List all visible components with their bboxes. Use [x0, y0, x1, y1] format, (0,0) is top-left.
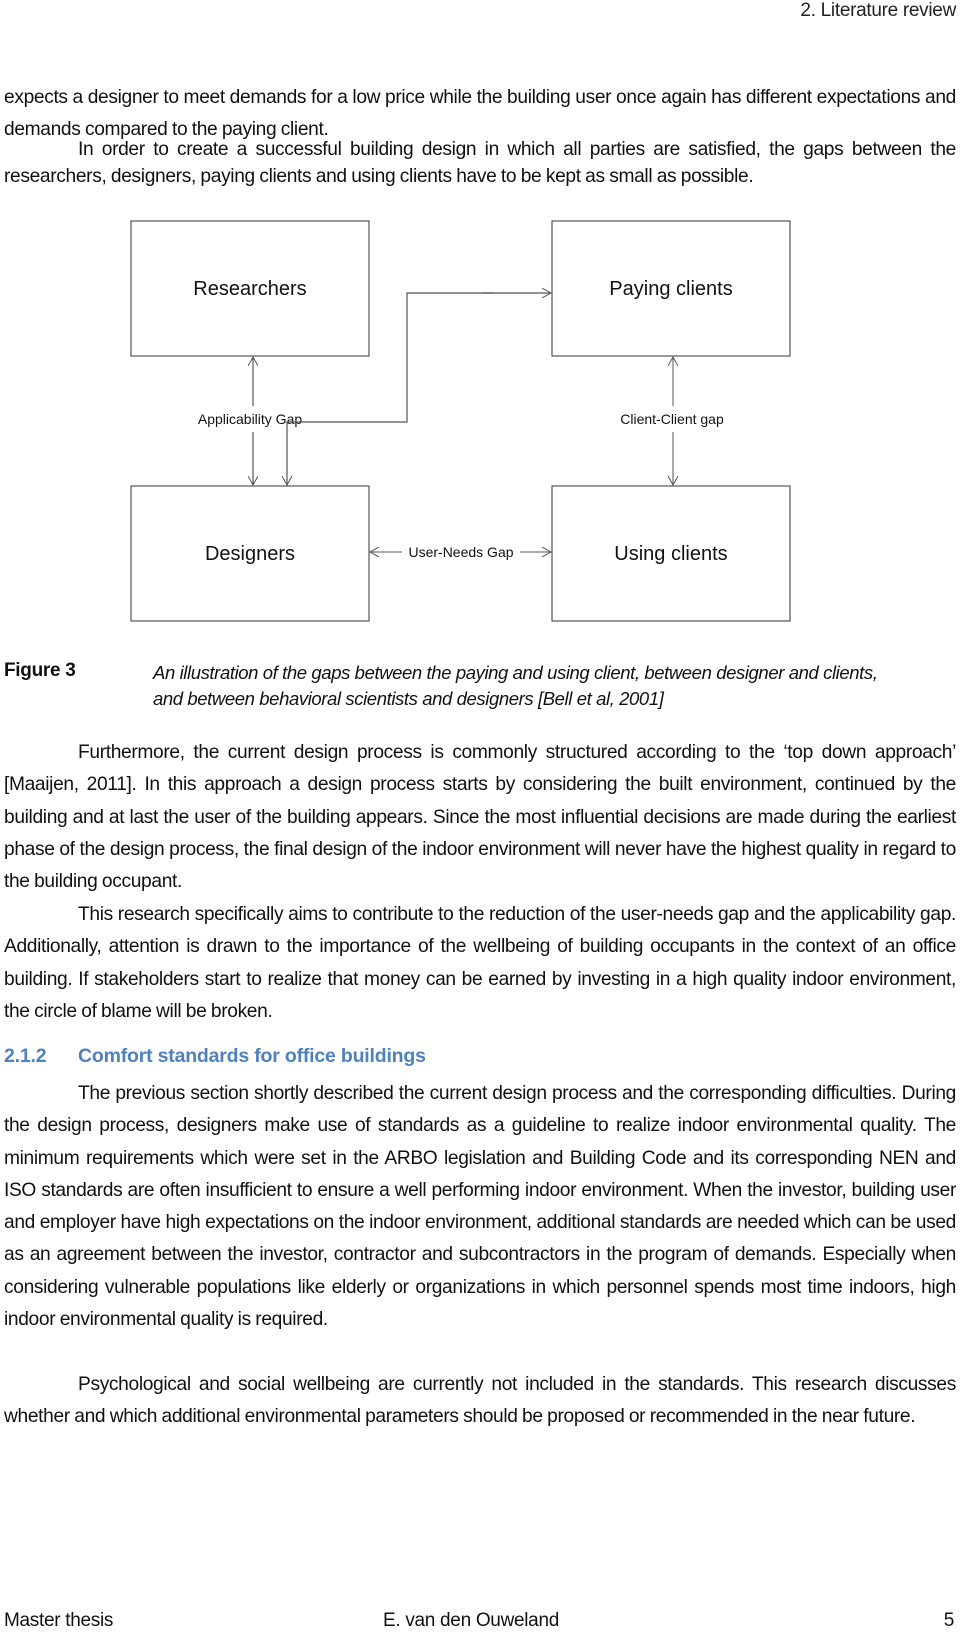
page-number: 5 — [943, 1610, 955, 1631]
box-designers-label: Designers — [205, 543, 295, 565]
footer-left: Master thesis — [4, 1610, 114, 1631]
paragraph-wellbeing-text: Psychological and social wellbeing are c… — [4, 1374, 956, 1428]
paragraph-standards: The previous section shortly described t… — [4, 1078, 956, 1336]
section-title: Comfort standards for office buildings — [78, 1045, 426, 1067]
figure-label: Figure 3 — [4, 660, 76, 681]
paragraph-gaps: In order to create a successful building… — [4, 136, 956, 190]
footer-author: E. van den Ouweland — [383, 1610, 559, 1631]
paragraph-standards-text: The previous section shortly described t… — [4, 1083, 956, 1331]
running-header: 2. Literature review — [800, 0, 956, 21]
paragraph-top-down: Furthermore, the current design process … — [4, 737, 956, 898]
paragraph-gaps-text: In order to create a successful building… — [4, 139, 956, 187]
figure-caption: An illustration of the gaps between the … — [153, 662, 878, 709]
client-client-gap-label: Client-Client gap — [620, 411, 724, 427]
paragraph-research-aim-text: This research specifically aims to contr… — [4, 904, 956, 1022]
box-researchers-label: Researchers — [193, 278, 306, 300]
paragraph-research-aim: This research specifically aims to contr… — [4, 899, 956, 1028]
section-number: 2.1.2 — [4, 1045, 47, 1067]
box-using-clients-label: Using clients — [614, 543, 727, 565]
box-paying-clients-label: Paying clients — [609, 278, 732, 300]
user-needs-gap-label: User-Needs Gap — [408, 544, 513, 560]
paragraph-wellbeing: Psychological and social wellbeing are c… — [4, 1369, 956, 1434]
section-heading: 2.1.2 Comfort standards for office buildi… — [4, 1045, 426, 1068]
paragraph-top-down-text: Furthermore, the current design process … — [4, 742, 956, 893]
gaps-diagram: Researchers Paying clients Designers Usi… — [130, 220, 791, 622]
